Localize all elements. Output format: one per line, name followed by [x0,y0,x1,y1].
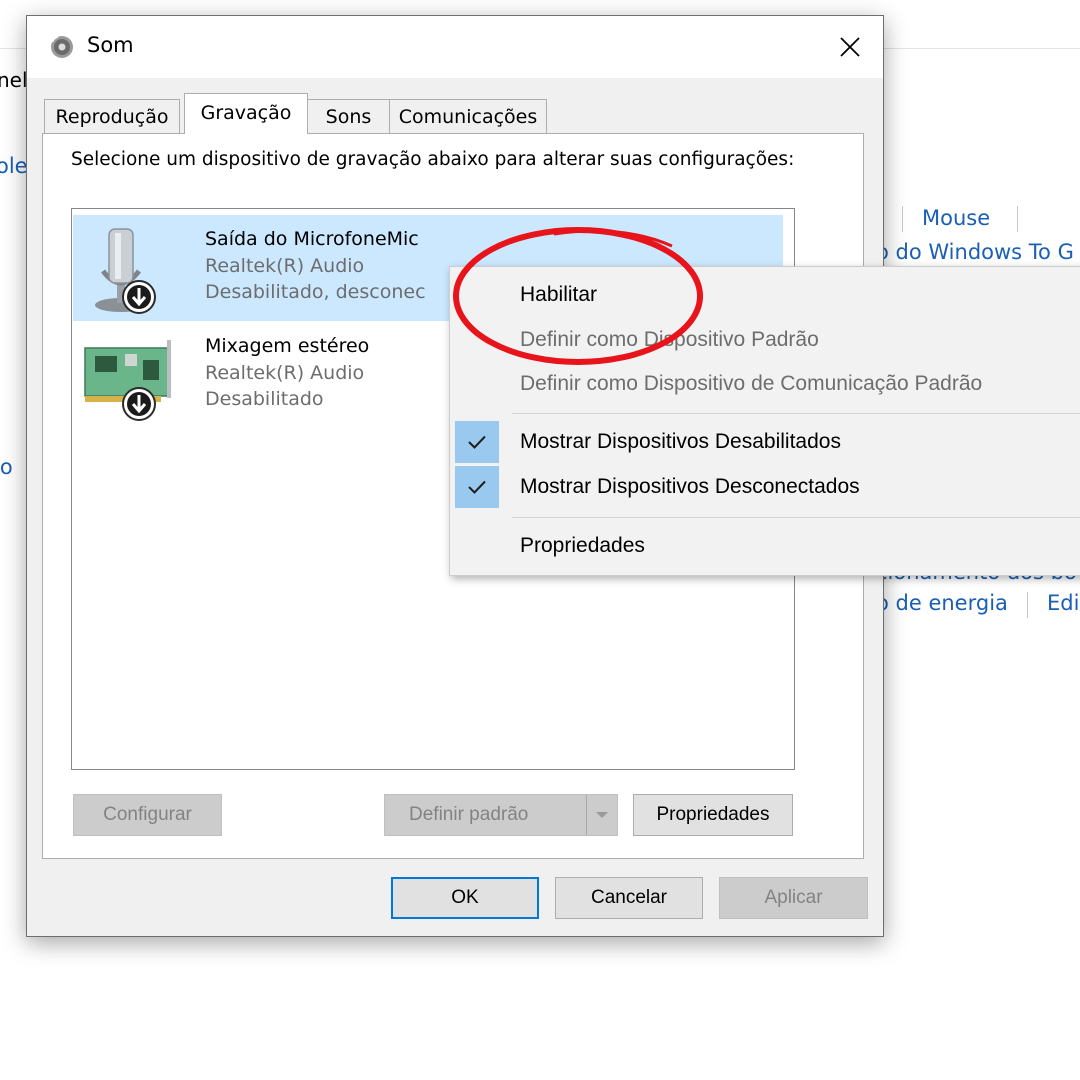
background-cut-link[interactable]: io [0,455,13,479]
menu-separator [512,517,1080,518]
device-driver: Realtek(R) Audio [205,255,365,277]
sound-card-icon [84,340,171,421]
context-menu: Habilitar Definir como Dispositivo Padrã… [449,266,1080,576]
dropdown-arrow[interactable] [586,795,617,835]
checkmark-icon [455,421,499,463]
device-status: Desabilitado, desconec [205,281,426,303]
menu-item-label: Definir como Dispositivo Padrão [520,328,819,351]
menu-item-properties[interactable]: Propriedades [450,524,1080,568]
device-status: Desabilitado [205,388,324,410]
menu-separator [512,413,1080,414]
link-separator [1027,592,1028,618]
menu-item-show-disabled[interactable]: Mostrar Dispositivos Desabilitados [450,420,1080,464]
windows-to-go-link[interactable]: o do Windows To G [876,240,1074,264]
menu-item-label: Definir como Dispositivo de Comunicação … [520,372,983,395]
set-default-button[interactable]: Definir padrão [384,794,618,836]
menu-item-label: Mostrar Dispositivos Desabilitados [520,430,841,453]
checkmark-icon [455,466,499,508]
tab-reproducao[interactable]: Reprodução [44,99,180,133]
device-name: Saída do MicrofoneMic [205,228,419,250]
menu-item-label: Habilitar [520,283,598,306]
device-name: Mixagem estéreo [205,335,370,357]
background-cut-text: nel [0,68,28,92]
dialog-title: Som [87,33,134,57]
tab-comunicacoes[interactable]: Comunicações [389,99,547,133]
menu-item-set-default[interactable]: Definir como Dispositivo Padrão [450,318,1080,362]
apply-button[interactable]: Aplicar [719,877,868,919]
menu-item-habilitar[interactable]: Habilitar [450,273,1080,317]
power-plan-link[interactable]: o de energia [876,591,1008,615]
link-separator [1017,206,1018,232]
menu-item-set-communication-default[interactable]: Definir como Dispositivo de Comunicação … [450,362,1080,406]
properties-button[interactable]: Propriedades [633,794,793,836]
ok-button[interactable]: OK [391,877,539,919]
cancel-button[interactable]: Cancelar [555,877,703,919]
close-button[interactable] [827,26,873,68]
menu-item-show-disconnected[interactable]: Mostrar Dispositivos Desconectados [450,465,1080,509]
mouse-link[interactable]: Mouse [922,206,990,230]
chevron-down-icon [596,812,608,818]
configure-button[interactable]: Configurar [73,794,222,836]
speaker-icon [51,35,73,58]
microphone-icon [95,228,156,314]
menu-item-label: Propriedades [520,534,645,557]
menu-item-label: Mostrar Dispositivos Desconectados [520,475,860,498]
set-default-label: Definir padrão [409,804,529,825]
instruction-text: Selecione um dispositivo de gravação aba… [71,149,795,170]
edit-link[interactable]: Edi [1047,591,1079,615]
title-bar[interactable]: Som [27,16,883,78]
close-icon [840,37,860,57]
device-driver: Realtek(R) Audio [205,362,365,384]
tab-gravacao[interactable]: Gravação [184,93,308,134]
link-separator [902,206,903,232]
background-cut-link[interactable]: ole [0,154,28,178]
tab-sons[interactable]: Sons [307,99,390,133]
